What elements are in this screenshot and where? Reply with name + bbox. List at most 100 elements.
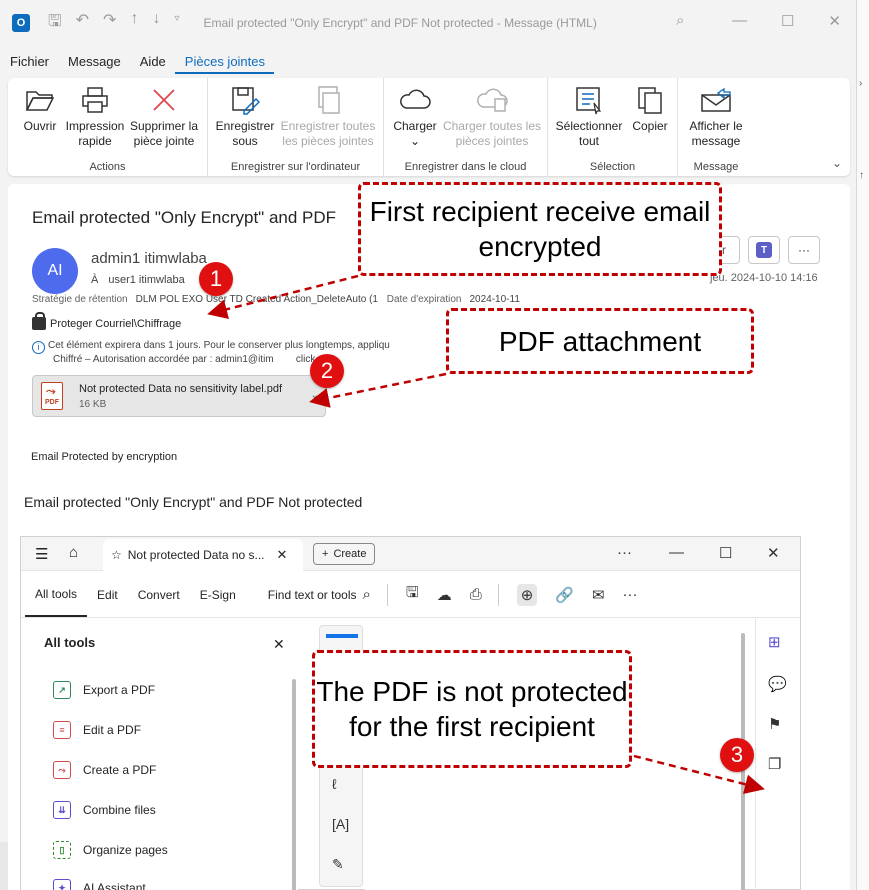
maximize-button[interactable]: ☐ xyxy=(781,12,794,30)
envelope-arrow-icon xyxy=(682,84,750,116)
draw-icon[interactable]: ℓ xyxy=(332,776,337,792)
printer-icon xyxy=(64,84,126,116)
tab-edit[interactable]: Edit xyxy=(87,588,128,602)
plus-icon: + xyxy=(322,548,329,560)
tool-export-pdf[interactable]: ↗ Export a PDF xyxy=(53,681,155,699)
comment-icon[interactable]: 💬 xyxy=(768,675,787,693)
show-message-button[interactable]: Afficher le message xyxy=(682,84,750,149)
save-as-button[interactable]: Enregistrer sous xyxy=(214,84,276,149)
sensitivity-label[interactable]: Proteger Courriel\Chiffrage xyxy=(32,312,181,330)
document-tab[interactable]: ☆ Not protected Data no s... ✕ xyxy=(103,539,303,571)
window-title: Email protected "Only Encrypt" and PDF N… xyxy=(203,16,597,30)
quick-print-button[interactable]: Impression rapide xyxy=(64,84,126,149)
save-icon[interactable]: 🖫 xyxy=(48,10,62,37)
undo-icon[interactable]: ↶ xyxy=(76,10,89,37)
select-all-button[interactable]: Sélectionner tout xyxy=(554,84,624,149)
more-actions-button[interactable]: ··· xyxy=(788,236,820,264)
sender-name[interactable]: admin1 itimwlaba xyxy=(91,250,207,267)
tab-attachments[interactable]: Pièces jointes xyxy=(174,50,275,74)
cloud-upload-all-icon xyxy=(442,84,542,116)
attachment-name: Not protected Data no sensitivity label.… xyxy=(79,383,283,395)
tab-all-tools[interactable]: All tools xyxy=(25,573,88,617)
body-text-2: Email protected "Only Encrypt" and PDF N… xyxy=(24,494,363,510)
save-icon[interactable]: 🖫 xyxy=(406,582,419,607)
home-icon[interactable]: ⌂ xyxy=(69,544,78,561)
panel-scrollbar[interactable] xyxy=(292,679,296,890)
callout-pdf-not-protected: The PDF is not protected for the first r… xyxy=(312,650,632,768)
minimize-button[interactable]: — xyxy=(669,544,684,561)
tab-file[interactable]: Fichier xyxy=(0,50,58,74)
group-label-save-computer: Enregistrer sur l'ordinateur xyxy=(230,161,361,173)
message-subject: Email protected "Only Encrypt" and PDF xyxy=(32,208,337,227)
ribbon: Ouvrir Impression rapide Supprimer la pi… xyxy=(8,78,850,176)
export-pdf-icon: ↗ xyxy=(53,681,71,699)
close-button[interactable]: ✕ xyxy=(767,544,780,562)
maximize-button[interactable]: ☐ xyxy=(719,544,732,562)
attachment-card[interactable]: PDF Not protected Data no sensitivity la… xyxy=(32,375,326,417)
all-tools-panel: All tools ✕ ↗ Export a PDF ≡ Edit a PDF … xyxy=(21,619,298,890)
chevron-right-icon[interactable]: › xyxy=(859,78,862,89)
customize-qat-icon[interactable]: ▿ xyxy=(174,13,179,37)
pages-icon[interactable]: ❐ xyxy=(768,755,781,773)
hamburger-menu-icon[interactable]: ☰ xyxy=(35,545,48,563)
ai-assistant-icon: ✦ xyxy=(53,879,71,890)
upload-button[interactable]: Charger ⌄ xyxy=(390,84,440,149)
tab-convert[interactable]: Convert xyxy=(128,588,190,602)
create-button[interactable]: + Create xyxy=(313,543,376,565)
tool-edit-pdf[interactable]: ≡ Edit a PDF xyxy=(53,721,141,739)
cloud-upload-icon[interactable]: ☁ xyxy=(437,586,452,604)
more-icon[interactable]: ··· xyxy=(623,586,638,603)
tool-organize-pages[interactable]: ▯ Organize pages xyxy=(53,841,168,859)
ribbon-tabs: Fichier Message Aide Pièces jointes xyxy=(0,50,275,74)
delete-x-icon xyxy=(128,84,200,116)
arrow-down-icon[interactable]: ↓ xyxy=(152,10,160,37)
step-badge-2: 2 xyxy=(310,354,344,388)
text-select-icon[interactable]: [A] xyxy=(332,816,349,832)
find-tools-input[interactable]: Find text or tools ⌕ xyxy=(268,586,371,603)
pdf-titlebar: ☰ ⌂ ☆ Not protected Data no s... ✕ + Crea… xyxy=(21,537,800,571)
arrow-up-icon[interactable]: ↑ xyxy=(130,10,138,37)
ai-generate-icon[interactable]: ⊞ xyxy=(768,633,781,651)
open-button[interactable]: Ouvrir xyxy=(20,84,60,134)
group-label-save-cloud: Enregistrer dans le cloud xyxy=(404,161,527,173)
minimize-button[interactable]: — xyxy=(732,12,747,30)
bookmark-icon[interactable]: ⚑ xyxy=(768,715,781,733)
recipient-name[interactable]: user1 itimwlaba xyxy=(108,274,184,286)
search-icon: ⌕ xyxy=(362,586,371,603)
attachment-size: 16 KB xyxy=(79,399,107,410)
callout-encrypted: First recipient receive email encrypted xyxy=(358,182,722,276)
close-tab-icon[interactable]: ✕ xyxy=(277,547,288,563)
teams-button[interactable]: T xyxy=(748,236,780,264)
edit-pdf-icon: ≡ xyxy=(53,721,71,739)
group-save-computer: Enregistrer sous Enregistrer toutes les … xyxy=(208,78,384,176)
collapse-ribbon-icon[interactable]: ⌄ xyxy=(832,156,842,170)
star-icon[interactable]: ☆ xyxy=(111,548,122,562)
upload-all-button[interactable]: Charger toutes les pièces jointes xyxy=(442,84,542,149)
mail-icon[interactable]: ✉ xyxy=(592,586,605,604)
right-partial-pane: › ↑ xyxy=(856,0,869,890)
tool-ai-assistant[interactable]: ✦ AI Assistant xyxy=(53,879,146,890)
copy-button[interactable]: Copier xyxy=(630,84,670,134)
save-all-button[interactable]: Enregistrer toutes les pièces jointes xyxy=(280,84,376,149)
print-icon[interactable]: ⎙ xyxy=(470,586,482,603)
chevron-down-icon[interactable]: ⌄ xyxy=(311,390,319,401)
sign-icon[interactable]: ✎ xyxy=(332,856,344,873)
avatar[interactable]: AI xyxy=(32,248,78,294)
search-icon[interactable]: ⌕ xyxy=(676,12,684,29)
more-options-icon[interactable]: ··· xyxy=(617,544,632,561)
tab-help[interactable]: Aide xyxy=(130,50,175,74)
link-icon[interactable]: 🔗 xyxy=(555,586,574,604)
arrow-up-small-icon: ↑ xyxy=(859,170,864,181)
close-button[interactable]: ✕ xyxy=(828,12,841,30)
ai-assistant-icon[interactable]: ⊕ xyxy=(516,583,538,606)
remove-attachment-button[interactable]: Supprimer la pièce jointe xyxy=(128,84,200,149)
panel-title: All tools xyxy=(44,635,96,650)
tab-esign[interactable]: E-Sign xyxy=(190,588,246,602)
info-icon: i xyxy=(32,341,45,354)
group-actions: Ouvrir Impression rapide Supprimer la pi… xyxy=(8,78,208,176)
redo-icon[interactable]: ↷ xyxy=(103,10,116,37)
close-panel-icon[interactable]: ✕ xyxy=(273,636,285,653)
tab-message[interactable]: Message xyxy=(58,50,130,74)
tool-create-pdf[interactable]: ⤳ Create a PDF xyxy=(53,761,156,779)
tool-combine-files[interactable]: ⇊ Combine files xyxy=(53,801,156,819)
